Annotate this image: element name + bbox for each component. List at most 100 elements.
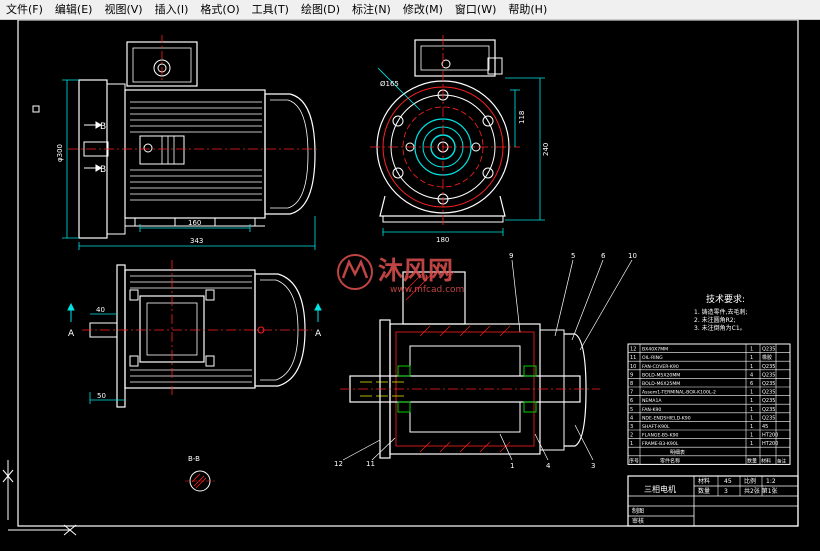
title-qty-value: 3 xyxy=(724,488,728,495)
parts-row-material: 橡胶 xyxy=(762,354,772,361)
parts-row-material: Q235 xyxy=(762,407,775,413)
callout-5: 5 xyxy=(571,252,575,260)
menu-draw[interactable]: 绘图(D) xyxy=(295,0,346,19)
parts-row-name: BOLD-M6X25MM xyxy=(642,381,680,387)
parts-header-note: 备注 xyxy=(777,457,786,464)
menu-edit[interactable]: 编辑(E) xyxy=(49,0,99,19)
parts-row-no: 12 xyxy=(630,347,636,353)
parts-row-no: 8 xyxy=(630,381,633,387)
menu-bar: 文件(F) 编辑(E) 视图(V) 插入(I) 格式(O) 工具(T) 绘图(D… xyxy=(0,0,820,20)
callout-1: 1 xyxy=(510,462,514,470)
parts-row-name: OIL-RING xyxy=(642,355,663,361)
parts-row-no: 9 xyxy=(630,372,633,378)
parts-row-name: BOLD-M5X20MM xyxy=(642,372,680,378)
title-qty-label: 数量 xyxy=(698,487,710,495)
bb-detail xyxy=(185,470,215,492)
parts-row-qty: 1 xyxy=(750,424,753,430)
parts-row-material: Q235 xyxy=(762,381,775,387)
menu-window[interactable]: 窗口(W) xyxy=(449,0,502,19)
dim-40: 40 xyxy=(96,306,105,314)
parts-row-no: 5 xyxy=(630,407,633,413)
grip-marker xyxy=(32,105,40,113)
menu-insert[interactable]: 插入(I) xyxy=(149,0,195,19)
side-view xyxy=(370,35,545,236)
parts-row-material: Q235 xyxy=(762,398,775,404)
menu-modify[interactable]: 修改(M) xyxy=(397,0,449,19)
parts-row-material: Q235 xyxy=(762,415,775,421)
parts-row-material: Q235 xyxy=(762,347,775,353)
section-a-label-left: A xyxy=(68,329,75,339)
parts-row-name: NEMA1A xyxy=(642,398,662,404)
parts-row-material: Q235 xyxy=(762,390,775,396)
section-b-label-top: B xyxy=(100,122,106,132)
parts-header-no: 序号 xyxy=(629,457,639,464)
parts-row-qty: 6 xyxy=(750,381,753,387)
menu-help[interactable]: 帮助(H) xyxy=(502,0,553,19)
dim-dia-165: Ø165 xyxy=(380,80,399,88)
parts-row-qty: 1 xyxy=(750,415,753,421)
parts-row-no: 2 xyxy=(630,433,633,439)
title-sheets: 共2张 第1张 xyxy=(744,487,778,495)
section-a-markers xyxy=(67,302,322,322)
parts-row-material: Q235 xyxy=(762,372,775,378)
dim-343: 343 xyxy=(190,237,203,245)
title-scale-label: 比例 xyxy=(744,477,756,485)
menu-format[interactable]: 格式(O) xyxy=(194,0,245,19)
parts-row-no: 7 xyxy=(630,390,633,396)
menu-file[interactable]: 文件(F) xyxy=(0,0,49,19)
dim-180: 180 xyxy=(436,236,449,244)
tech-note-2: 2. 未注圆角R2; xyxy=(694,316,736,324)
parts-row-qty: 4 xyxy=(750,372,753,378)
watermark-title: 沐风网 xyxy=(378,256,453,285)
title-material-value: 45 xyxy=(724,478,732,485)
menu-tools[interactable]: 工具(T) xyxy=(246,0,295,19)
dim-240: 240 xyxy=(542,143,550,156)
parts-row-name: BX40X7MM xyxy=(642,347,668,353)
parts-row-qty: 1 xyxy=(750,347,753,353)
callout-4: 4 xyxy=(546,462,551,470)
parts-row-no: 1 xyxy=(630,441,633,447)
parts-row-material: Q235 xyxy=(762,364,775,370)
tech-note-1: 1. 铸造零件,去毛刺; xyxy=(694,308,748,316)
drawing-canvas[interactable]: φ300 160 343 B B Ø165 118 240 180 40 50 … xyxy=(0,15,820,546)
section-b-label-bottom: B xyxy=(100,165,106,175)
parts-row-name: FLANGE-B5-K90 xyxy=(642,433,679,439)
dim-118: 118 xyxy=(518,111,526,124)
parts-row-no: 3 xyxy=(630,424,633,430)
title-scale-value: 1:2 xyxy=(766,478,776,485)
parts-row-name: FRAME-B3-K90L xyxy=(642,441,679,447)
title-material-label: 材料 xyxy=(698,477,710,485)
parts-header-name: 零件名称 xyxy=(660,457,680,464)
parts-row-no: 11 xyxy=(630,355,636,361)
parts-row-material: HT200 xyxy=(762,433,778,439)
parts-list-title: 明细表 xyxy=(670,449,685,456)
parts-row-name: SHAFT-K90L xyxy=(642,424,670,430)
front-view xyxy=(62,35,320,250)
tech-requirements-title: 技术要求: xyxy=(706,293,745,305)
ucs-icon xyxy=(2,460,77,536)
callout-9: 9 xyxy=(509,252,513,260)
parts-row-no: 6 xyxy=(630,398,633,404)
menu-dimension[interactable]: 标注(N) xyxy=(346,0,397,19)
parts-row-qty: 1 xyxy=(750,407,753,413)
parts-row-name: NDE-ENDSHIELD-K90 xyxy=(642,415,691,421)
callout-11: 11 xyxy=(366,460,375,468)
dim-dia-300: φ300 xyxy=(56,144,64,162)
parts-row-qty: 1 xyxy=(750,355,753,361)
callout-12: 12 xyxy=(334,460,343,468)
parts-list-table: 12 BX40X7MM 1 Q23511 OIL-RING 1 橡胶10 FAN-COVER-… xyxy=(627,343,791,465)
watermark-logo xyxy=(337,254,373,290)
parts-header-material: 材料 xyxy=(761,457,771,464)
parts-row-name: FAN-COVER-K90 xyxy=(642,364,679,370)
title-drawn-label: 制图 xyxy=(632,507,644,515)
menu-view[interactable]: 视图(V) xyxy=(98,0,148,19)
title-checked-label: 审核 xyxy=(632,517,644,525)
tech-note-3: 3. 未注倒角为C1。 xyxy=(694,324,746,332)
parts-header-qty: 数量 xyxy=(747,457,757,464)
dim-160: 160 xyxy=(188,219,201,227)
parts-row-material: HT200 xyxy=(762,441,778,447)
title-block-title: 三相电机 xyxy=(644,484,676,494)
section-b-markers xyxy=(84,121,102,172)
parts-row-qty: 1 xyxy=(750,441,753,447)
parts-row-qty: 1 xyxy=(750,398,753,404)
